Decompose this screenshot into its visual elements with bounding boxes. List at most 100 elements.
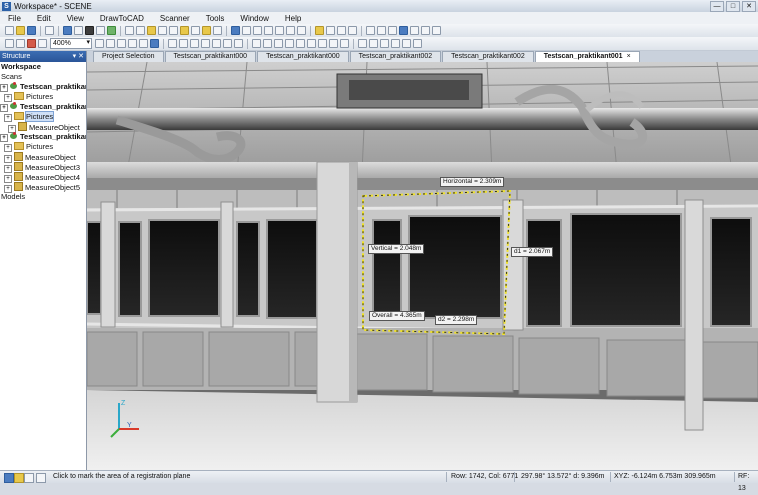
tree-item[interactable]: + MeasureObject [0, 152, 86, 163]
print-icon[interactable] [45, 26, 54, 35]
menu-file[interactable]: File [0, 14, 29, 23]
bulb-icon[interactable] [315, 26, 324, 35]
view-top-icon[interactable] [212, 39, 221, 48]
camera-icon[interactable] [139, 39, 148, 48]
tree-item[interactable]: + Pictures [0, 111, 86, 122]
open-folder-icon[interactable] [16, 26, 25, 35]
layout-icon[interactable] [275, 26, 284, 35]
pan-icon[interactable] [377, 26, 386, 35]
cut-icon[interactable] [16, 39, 25, 48]
circle-icon[interactable] [180, 26, 189, 35]
clipping-icon[interactable] [421, 26, 430, 35]
tree-item[interactable]: + MeasureObject [0, 122, 86, 133]
tree-item[interactable]: + Testscan_praktikant0 [0, 82, 86, 92]
expand-icon[interactable]: + [0, 84, 8, 92]
cylinder-icon[interactable] [213, 26, 222, 35]
grey-icon[interactable] [285, 39, 294, 48]
undo-icon[interactable] [5, 39, 14, 48]
menu-help[interactable]: Help [277, 14, 309, 23]
tree-item[interactable]: + MeasureObject5 [0, 182, 86, 193]
target-icon[interactable] [307, 39, 316, 48]
view-right-icon[interactable] [201, 39, 210, 48]
freehand-icon[interactable] [169, 26, 178, 35]
color-icon[interactable] [274, 39, 283, 48]
reload-icon[interactable] [326, 26, 335, 35]
tree-item[interactable]: + Pictures [0, 142, 86, 152]
line-icon[interactable] [158, 26, 167, 35]
tab-0[interactable]: Project Selection [93, 51, 164, 62]
tab-3[interactable]: Testscan_praktikant002 [349, 51, 442, 62]
fit-view-icon[interactable] [231, 26, 240, 35]
menu-tools[interactable]: Tools [198, 14, 233, 23]
snap-icon[interactable] [318, 39, 327, 48]
tree-item[interactable]: + Testscan_praktikant0 [0, 102, 86, 112]
correspondence-view-icon[interactable] [107, 26, 116, 35]
zoom-level-select[interactable]: 400% [50, 38, 92, 49]
home-view-icon[interactable] [432, 26, 441, 35]
view-iso-icon[interactable] [234, 39, 243, 48]
zoom-tool-icon[interactable] [388, 26, 397, 35]
expand-icon[interactable]: + [4, 114, 12, 122]
expand-icon[interactable]: + [4, 144, 12, 152]
pick-icon[interactable] [410, 26, 419, 35]
scan-3d-viewport[interactable]: Horizontal = 2.309m Vertical = 2.048m d1… [87, 62, 758, 470]
tree-item[interactable]: + Pictures [0, 92, 86, 102]
expand-icon[interactable]: + [4, 94, 12, 102]
measure-mode-icon[interactable] [399, 26, 408, 35]
panel-close-icon[interactable]: ▾ ✕ [73, 51, 84, 62]
zoom-window-icon[interactable] [117, 39, 126, 48]
sphere-icon[interactable] [191, 26, 200, 35]
menu-window[interactable]: Window [232, 14, 276, 23]
maximize-button[interactable]: □ [726, 1, 740, 12]
zoom-extent-icon[interactable] [128, 39, 137, 48]
close-button[interactable]: ✕ [742, 1, 756, 12]
tree-item[interactable]: + MeasureObject3 [0, 162, 86, 173]
tab-5[interactable]: Testscan_praktikant001 × [534, 51, 640, 62]
scan-place-icon[interactable] [380, 39, 389, 48]
3d-view-icon[interactable] [85, 26, 94, 35]
point-cloud-scene[interactable] [87, 62, 758, 470]
delete-icon[interactable] [27, 39, 36, 48]
polygon-select-icon[interactable] [147, 26, 156, 35]
plane-icon[interactable] [202, 26, 211, 35]
duplicate-icon[interactable] [286, 26, 295, 35]
register-icon[interactable] [391, 39, 400, 48]
view-left-icon[interactable] [190, 39, 199, 48]
menu-view[interactable]: View [59, 14, 92, 23]
zoom-in-icon[interactable] [95, 39, 104, 48]
hide-icon[interactable] [329, 39, 338, 48]
check-icon[interactable] [337, 26, 346, 35]
quick-view-icon[interactable] [96, 26, 105, 35]
expand-icon[interactable]: + [0, 104, 8, 112]
marker-icon[interactable] [296, 39, 305, 48]
2d-view-icon[interactable] [74, 26, 83, 35]
tree-item[interactable]: + MeasureObject4 [0, 172, 86, 183]
tab-1[interactable]: Testscan_praktikant000 [164, 51, 257, 62]
menu-scanner[interactable]: Scanner [152, 14, 198, 23]
render-icon[interactable] [150, 39, 159, 48]
tree-item[interactable]: + Testscan_praktikant0 [0, 132, 86, 142]
tree-item[interactable]: Scans [0, 72, 86, 82]
tab-close-icon[interactable]: × [627, 53, 631, 60]
lock-icon[interactable] [358, 39, 367, 48]
grid-icon[interactable] [340, 39, 349, 48]
flag-icon[interactable] [369, 39, 378, 48]
tab-4[interactable]: Testscan_praktikant002 [442, 51, 534, 62]
properties-icon[interactable] [297, 26, 306, 35]
select-icon[interactable] [125, 26, 134, 35]
view-front-icon[interactable] [168, 39, 177, 48]
table-icon[interactable] [402, 39, 411, 48]
rotate-icon[interactable] [366, 26, 375, 35]
tree-item[interactable]: Models [0, 192, 86, 202]
paste-icon[interactable] [38, 39, 47, 48]
view-bottom-icon[interactable] [223, 39, 232, 48]
menu-edit[interactable]: Edit [29, 14, 59, 23]
tile-icon[interactable] [253, 26, 262, 35]
filter-icon[interactable] [348, 26, 357, 35]
window-icon[interactable] [242, 26, 251, 35]
expand-icon[interactable]: + [0, 134, 8, 142]
save-icon[interactable] [27, 26, 36, 35]
list-icon[interactable] [413, 39, 422, 48]
cascade-icon[interactable] [264, 26, 273, 35]
tree-item[interactable]: Workspace [0, 62, 86, 72]
